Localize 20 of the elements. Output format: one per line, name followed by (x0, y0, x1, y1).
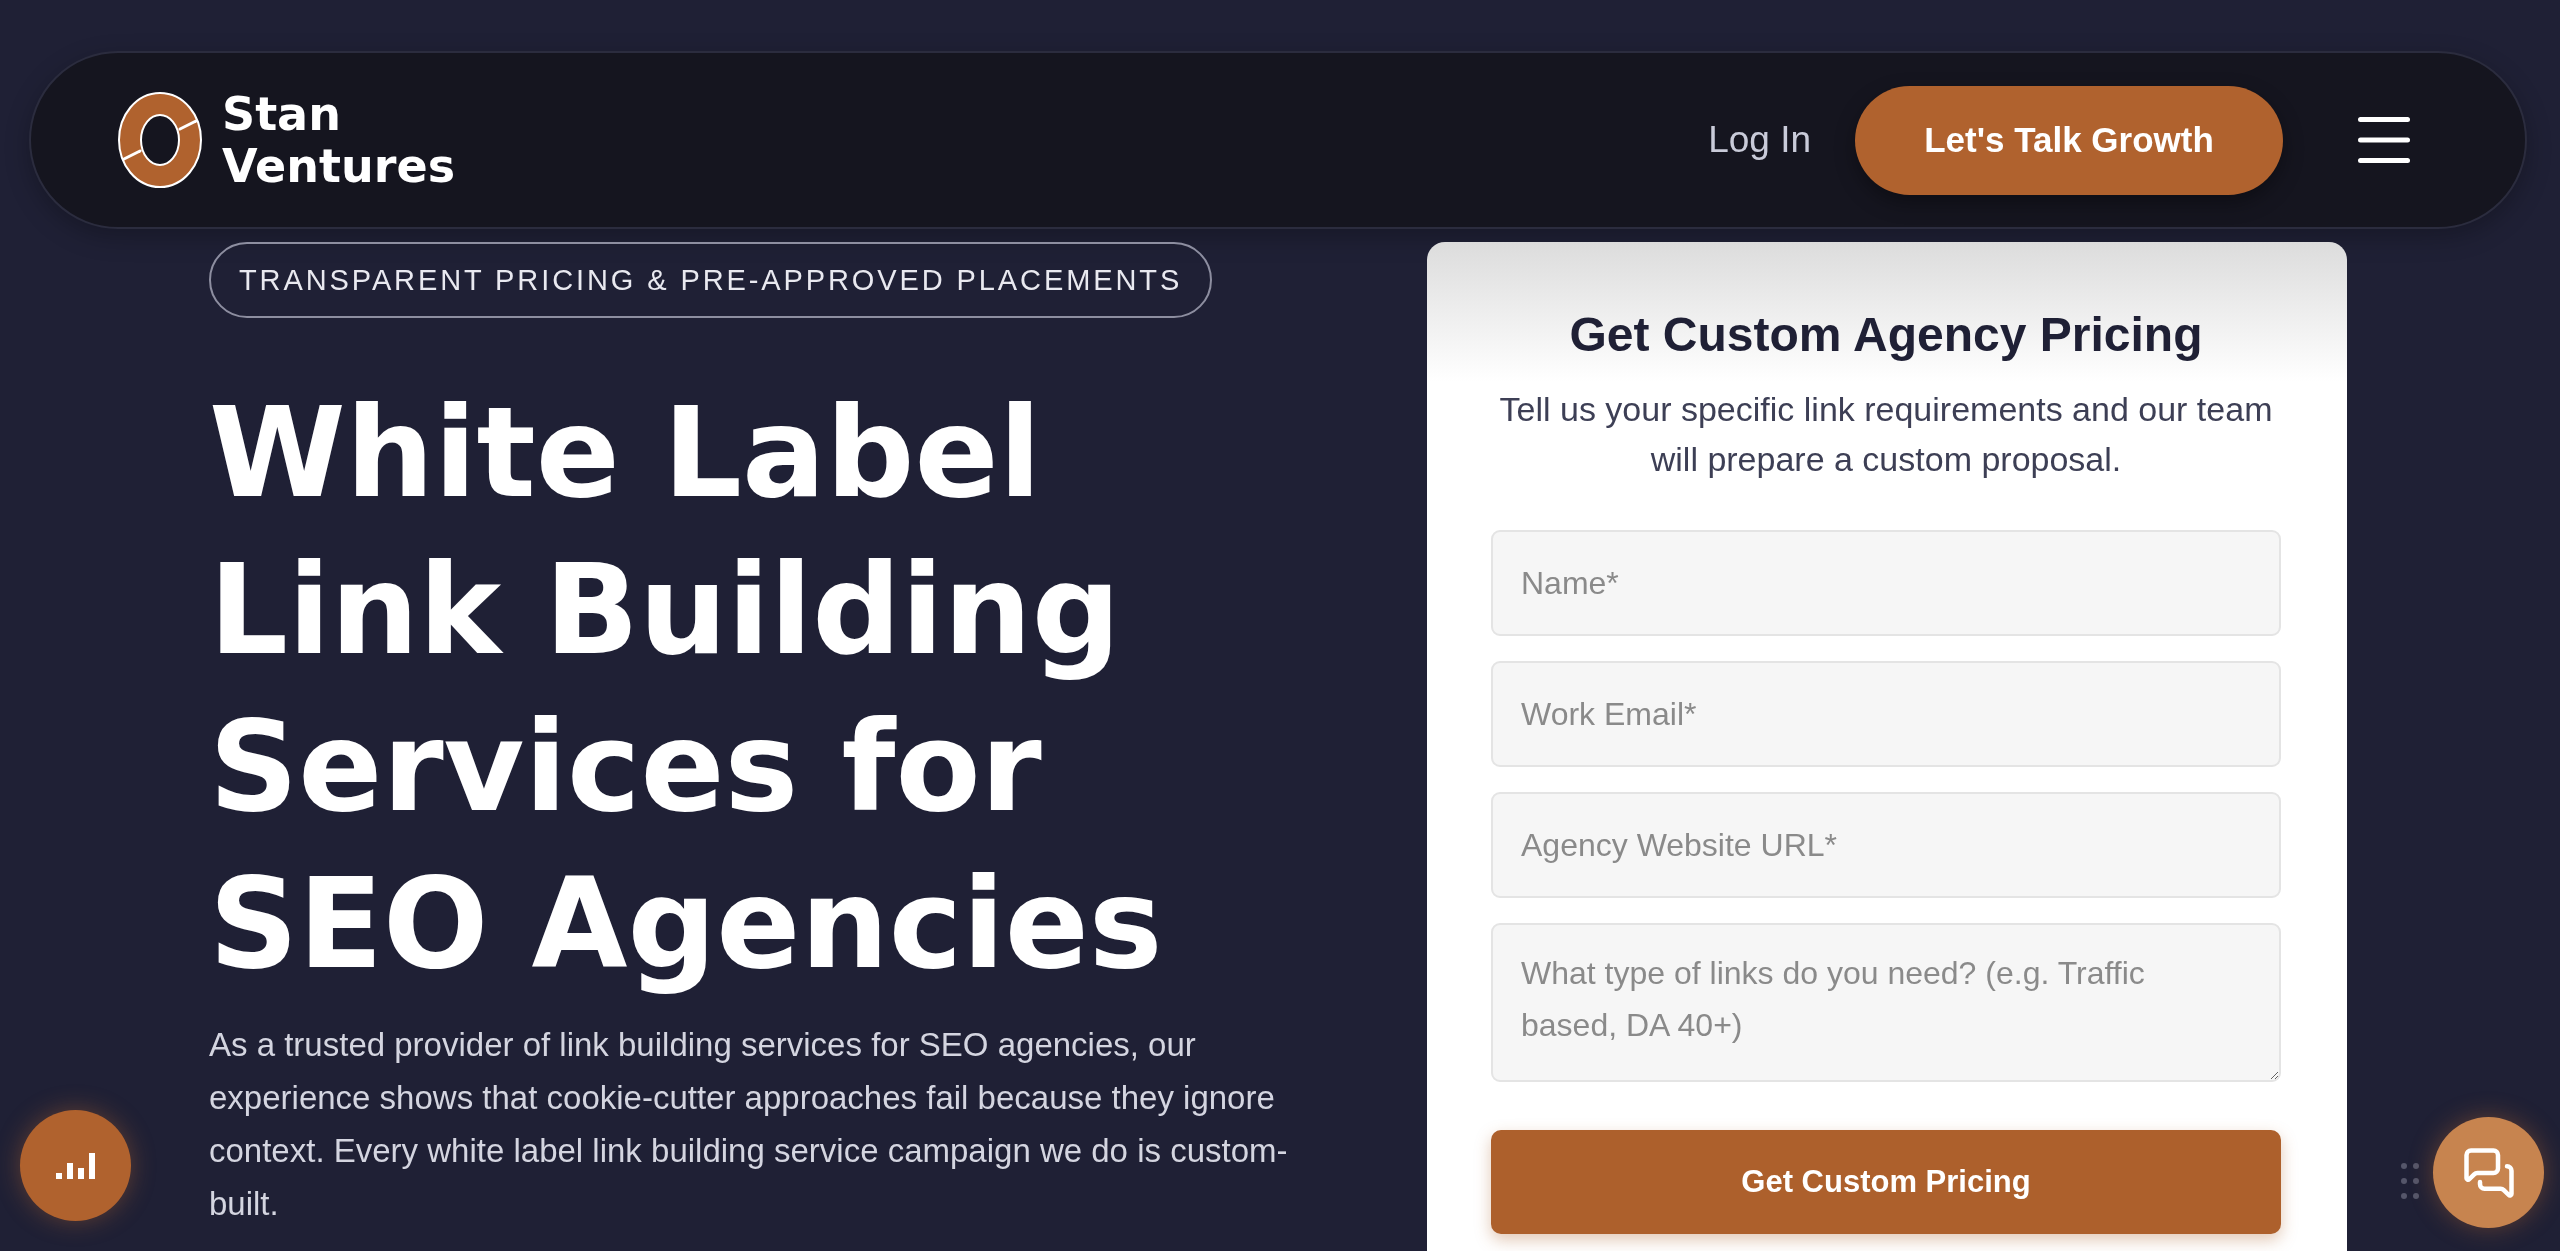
login-link[interactable]: Log In (1708, 119, 1811, 161)
textarea-field[interactable]: What type of links do you need? (e.g. Traffic based, DA 40+) (1491, 923, 2281, 1082)
input-field[interactable]: Agency Website URL* (1491, 792, 2281, 898)
cta-button[interactable]: Let's Talk Growth (1855, 85, 2283, 195)
input-field[interactable]: Name* (1491, 530, 2281, 636)
drag-handle-icon[interactable] (2400, 1162, 2420, 1200)
input-field[interactable]: Work Email* (1491, 661, 2281, 767)
chat-button[interactable] (2433, 1117, 2544, 1228)
bar-chart-icon (55, 1152, 96, 1179)
menu-icon[interactable] (2358, 117, 2410, 163)
hero-title: White Label Link Building Services for SEO Agencies (209, 380, 1164, 998)
tagline-badge: TRANSPARENT PRICING & PRE-APPROVED PLACEMENTS (209, 242, 1213, 318)
submit-button[interactable]: Get Custom Pricing (1491, 1130, 2281, 1234)
stats-button[interactable] (20, 1110, 131, 1221)
chat-icon (2461, 1145, 2516, 1200)
logo-icon (118, 91, 202, 189)
logo-wordmark: Stan Ventures (222, 88, 457, 192)
form-subtitle: Tell us your specific link requirements and our team will prepare a custom proposal. (1498, 389, 2274, 480)
form-title: Get Custom Agency Pricing (1569, 307, 2203, 363)
intro-paragraph: As a trusted provider of link building services for SEO agencies, our experience shows that cookie-cutter approaches fail because they ignore context. Every white label link building service campaign we do is custom-built. (209, 1025, 1289, 1224)
